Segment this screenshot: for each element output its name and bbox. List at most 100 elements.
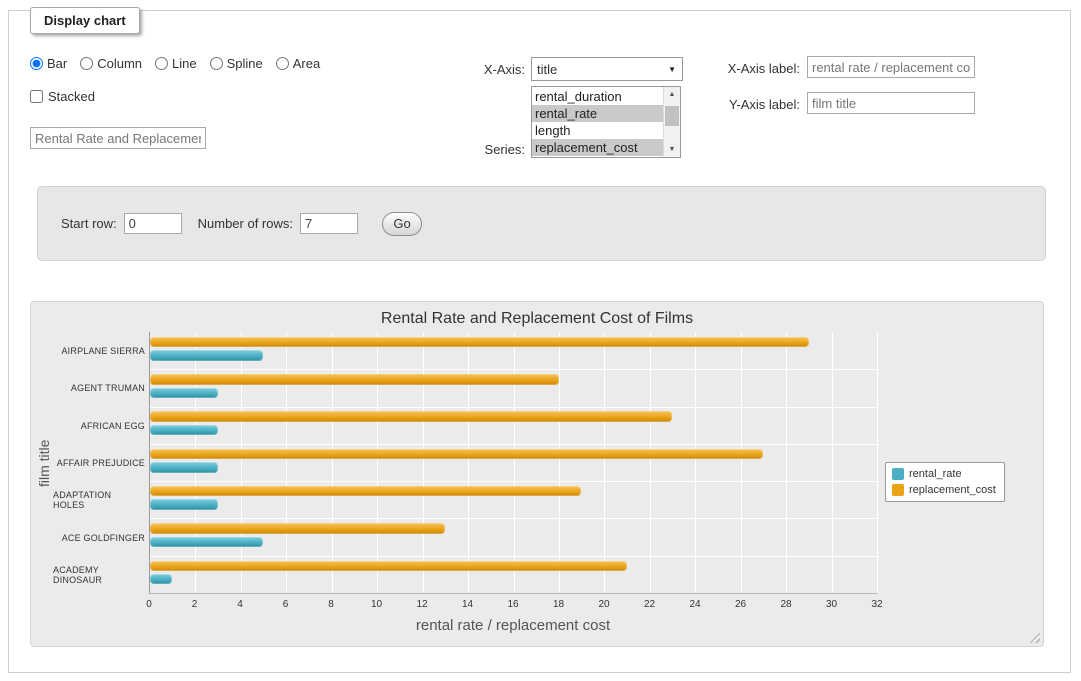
bar-replacement_cost	[150, 449, 763, 459]
plot-area	[149, 332, 877, 594]
display-chart-fieldset: Display chart BarColumnLineSplineArea St…	[8, 10, 1071, 673]
stacked-checkbox[interactable]	[30, 90, 43, 103]
x-axis-tick-labels: 02468101214161820222426283032	[149, 599, 877, 613]
gridline	[695, 332, 696, 593]
bar-replacement_cost	[150, 374, 559, 384]
y-axis-label-input[interactable]	[807, 92, 975, 114]
x-tick-label: 8	[328, 599, 334, 610]
rows-panel: Start row: Number of rows: Go	[37, 186, 1046, 261]
chart-type-option-text: Column	[97, 56, 142, 71]
y-axis-label-label: Y-Axis label:	[654, 97, 800, 112]
x-tick-label: 12	[416, 599, 427, 610]
x-tick-label: 18	[553, 599, 564, 610]
x-axis-label-label: X-Axis label:	[654, 61, 800, 76]
bar-rental_rate	[150, 462, 218, 472]
series-option-rental_duration[interactable]: rental_duration	[532, 88, 663, 105]
legend-item-replacement_cost[interactable]: replacement_cost	[892, 484, 996, 496]
gridline	[150, 518, 877, 519]
x-tick-label: 16	[507, 599, 518, 610]
series-option-list: rental_durationrental_ratelengthreplacem…	[532, 87, 663, 157]
resize-handle-icon[interactable]	[1027, 630, 1040, 643]
chart-type-option-column[interactable]: Column	[80, 56, 142, 71]
x-tick-label: 28	[780, 599, 791, 610]
x-tick-label: 30	[826, 599, 837, 610]
legend-swatch	[892, 468, 904, 480]
series-select-label: Series:	[439, 142, 525, 157]
x-tick-label: 20	[598, 599, 609, 610]
x-tick-label: 32	[871, 599, 882, 610]
bar-replacement_cost	[150, 523, 445, 533]
gridline	[786, 332, 787, 593]
chart-legend: rental_rate replacement_cost	[885, 462, 1005, 502]
x-axis-label-input[interactable]	[807, 56, 975, 78]
chart-type-option-spline[interactable]: Spline	[210, 56, 263, 71]
legend-swatch	[892, 484, 904, 496]
category-label: AFRICAN EGG	[53, 407, 145, 444]
gridline	[423, 332, 424, 593]
chart-type-radio-spline[interactable]	[210, 57, 223, 70]
x-tick-label: 24	[689, 599, 700, 610]
gridline	[832, 332, 833, 593]
go-button[interactable]: Go	[382, 212, 422, 236]
start-row-input[interactable]	[124, 213, 182, 234]
gridline	[877, 332, 878, 593]
x-tick-label: 0	[146, 599, 152, 610]
x-tick-label: 14	[462, 599, 473, 610]
series-option-replacement_cost[interactable]: replacement_cost	[532, 139, 663, 156]
gridline	[332, 332, 333, 593]
category-label: AFFAIR PREJUDICE	[53, 444, 145, 481]
gridline	[559, 332, 560, 593]
bar-rental_rate	[150, 425, 218, 435]
chart-type-option-text: Area	[293, 56, 320, 71]
category-label: AIRPLANE SIERRA	[53, 332, 145, 369]
gridline	[150, 556, 877, 557]
chart-type-option-line[interactable]: Line	[155, 56, 197, 71]
gridline	[514, 332, 515, 593]
chart-type-radio-bar[interactable]	[30, 57, 43, 70]
chart-panel: Rental Rate and Replacement Cost of Film…	[30, 301, 1044, 647]
chart-type-option-text: Line	[172, 56, 197, 71]
bar-replacement_cost	[150, 337, 809, 347]
category-label: AGENT TRUMAN	[53, 369, 145, 406]
number-of-rows-input[interactable]	[300, 213, 358, 234]
gridline	[241, 332, 242, 593]
chart-title-input[interactable]	[30, 127, 206, 149]
chart-type-option-area[interactable]: Area	[276, 56, 320, 71]
stacked-checkbox-row[interactable]: Stacked	[30, 89, 95, 104]
series-option-rental_rate[interactable]: rental_rate	[532, 105, 663, 122]
x-tick-label: 26	[735, 599, 746, 610]
legend-item-rental_rate[interactable]: rental_rate	[892, 468, 996, 480]
legend-label: replacement_cost	[909, 484, 996, 496]
bar-rental_rate	[150, 388, 218, 398]
chart-type-option-bar[interactable]: Bar	[30, 56, 67, 71]
gridline	[604, 332, 605, 593]
bar-rental_rate	[150, 499, 218, 509]
gridline	[286, 332, 287, 593]
chart-type-radio-line[interactable]	[155, 57, 168, 70]
chart-y-axis-title: film title	[35, 332, 53, 594]
x-tick-label: 22	[644, 599, 655, 610]
category-label: ACE GOLDFINGER	[53, 519, 145, 556]
series-option-length[interactable]: length	[532, 122, 663, 139]
scroll-down-icon[interactable]: ▼	[664, 142, 680, 157]
chart-type-radio-area[interactable]	[276, 57, 289, 70]
gridline	[650, 332, 651, 593]
x-tick-label: 10	[371, 599, 382, 610]
gridline	[150, 369, 877, 370]
bar-replacement_cost	[150, 411, 672, 421]
category-axis-labels: AIRPLANE SIERRAAGENT TRUMANAFRICAN EGGAF…	[53, 332, 145, 594]
gridline	[150, 481, 877, 482]
chart-type-radio-column[interactable]	[80, 57, 93, 70]
gridline	[150, 444, 877, 445]
bar-rental_rate	[150, 574, 172, 584]
x-tick-label: 2	[192, 599, 198, 610]
gridline	[377, 332, 378, 593]
bar-replacement_cost	[150, 486, 581, 496]
gridline	[150, 407, 877, 408]
legend-label: rental_rate	[909, 468, 962, 480]
stacked-checkbox-label: Stacked	[48, 89, 95, 104]
gridline	[741, 332, 742, 593]
bar-rental_rate	[150, 537, 263, 547]
category-label: ADAPTATION HOLES	[53, 482, 145, 519]
number-of-rows-label: Number of rows:	[198, 216, 293, 231]
